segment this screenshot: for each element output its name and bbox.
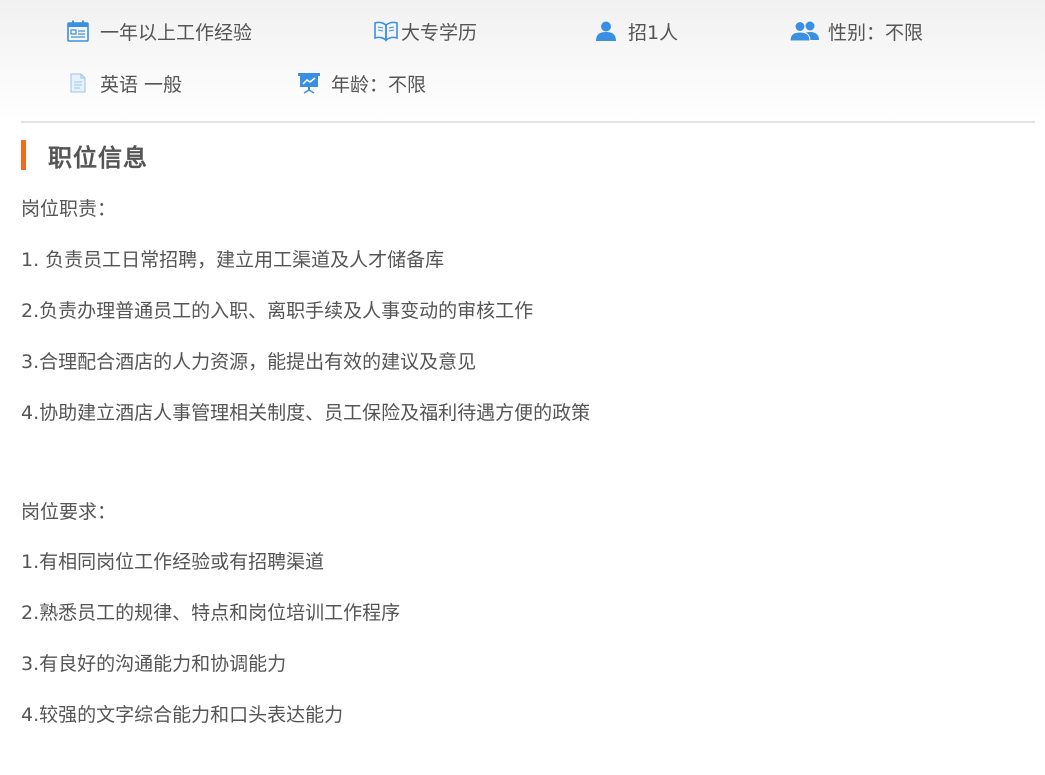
- section-title: 职位信息: [48, 143, 148, 172]
- headcount-text: 招1人: [628, 21, 679, 44]
- requirement-item: 1.有相同岗位工作经验或有招聘渠道: [21, 551, 325, 573]
- requirement-item: 4.较强的文字综合能力和口头表达能力: [21, 704, 344, 726]
- presentation-board-icon: [296, 70, 322, 96]
- person-icon: [593, 18, 619, 44]
- calendar-icon: [65, 18, 91, 44]
- duties-heading: 岗位职责：: [21, 198, 117, 220]
- experience-attribute: 一年以上工作经验: [65, 17, 252, 45]
- gender-text: 性别：不限: [828, 21, 924, 44]
- language-text: 英语 一般: [100, 73, 183, 96]
- section-accent-bar: [21, 140, 26, 170]
- section-header: 职位信息: [21, 140, 148, 172]
- open-book-icon: [373, 18, 399, 44]
- requirement-item: 3.有良好的沟通能力和协调能力: [21, 653, 287, 675]
- education-text: 大专学历: [401, 21, 478, 44]
- duty-item: 1. 负责员工日常招聘，建立用工渠道及人才储备库: [21, 249, 445, 271]
- section-divider: [21, 121, 1035, 123]
- education-attribute: 大专学历: [373, 17, 477, 45]
- gender-attribute: 性别：不限: [789, 17, 923, 45]
- people-icon: [789, 18, 821, 44]
- duty-item: 2.负责办理普通员工的入职、离职手续及人事变动的审核工作: [21, 300, 534, 322]
- requirements-heading: 岗位要求：: [21, 501, 117, 523]
- age-text: 年龄：不限: [331, 73, 427, 96]
- age-attribute: 年龄：不限: [296, 69, 426, 97]
- duty-item: 3.合理配合酒店的人力资源，能提出有效的建议及意见: [21, 351, 477, 373]
- requirement-item: 2.熟悉员工的规律、特点和岗位培训工作程序: [21, 602, 401, 624]
- experience-text: 一年以上工作经验: [100, 21, 253, 44]
- duty-item: 4.协助建立酒店人事管理相关制度、员工保险及福利待遇方便的政策: [21, 402, 591, 424]
- headcount-attribute: 招1人: [593, 17, 678, 45]
- language-attribute: 英语 一般: [65, 69, 182, 97]
- document-icon: [65, 70, 91, 96]
